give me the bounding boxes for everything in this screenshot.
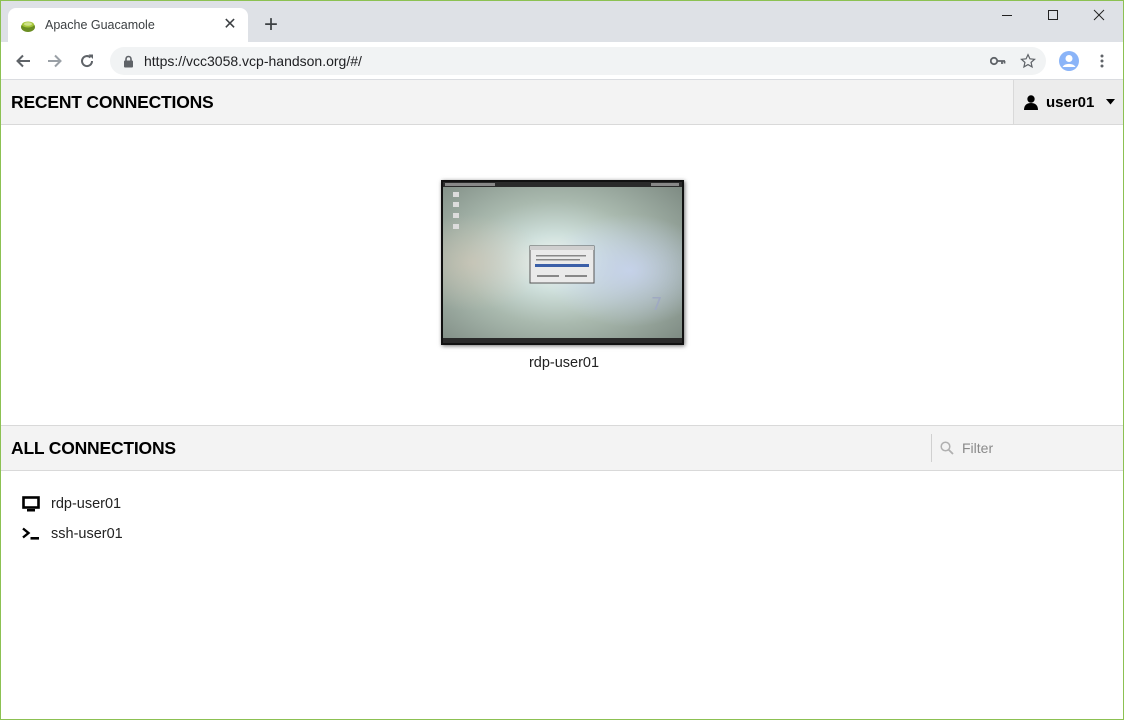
user-menu[interactable]: user01 xyxy=(1013,80,1123,124)
username: user01 xyxy=(1046,93,1095,111)
close-icon xyxy=(1093,9,1105,21)
recent-connection-label[interactable]: rdp-user01 xyxy=(440,355,688,371)
back-button[interactable] xyxy=(9,47,37,75)
monitor-icon xyxy=(22,495,40,513)
recent-connection-thumbnail[interactable]: 7 xyxy=(441,180,684,345)
connection-label: rdp-user01 xyxy=(51,496,122,512)
search-icon xyxy=(940,441,954,455)
browser-tab[interactable]: Apache Guacamole ✕ xyxy=(8,8,248,42)
recent-connections-title: RECENT CONNECTIONS xyxy=(11,92,214,112)
connection-label: ssh-user01 xyxy=(51,526,123,542)
all-connections-header: ALL CONNECTIONS xyxy=(1,425,1123,471)
browser-toolbar: https://vcc3058.vcp-handson.org/#/ xyxy=(0,42,1124,80)
reload-icon xyxy=(81,54,94,68)
tab-close-icon[interactable]: ✕ xyxy=(222,17,238,33)
minimize-button[interactable] xyxy=(984,0,1030,30)
filter-box xyxy=(931,434,1124,462)
user-icon xyxy=(1024,94,1038,110)
profile-avatar-icon xyxy=(1059,51,1079,71)
filter-input[interactable] xyxy=(960,439,1114,457)
profile-button[interactable] xyxy=(1055,47,1083,75)
recent-connections-header: RECENT CONNECTIONS user01 xyxy=(1,80,1123,125)
key-icon[interactable] xyxy=(990,56,1006,66)
url-text: https://vcc3058.vcp-handson.org/#/ xyxy=(144,53,362,69)
kebab-menu-icon xyxy=(1100,54,1104,68)
close-window-button[interactable] xyxy=(1076,0,1122,30)
maximize-icon xyxy=(1048,10,1058,20)
maximize-button[interactable] xyxy=(1030,0,1076,30)
all-connections-title: ALL CONNECTIONS xyxy=(11,438,176,458)
forward-arrow-icon xyxy=(48,54,62,68)
lock-icon xyxy=(124,55,133,67)
tab-strip: Apache Guacamole ✕ + xyxy=(0,0,1124,42)
terminal-icon xyxy=(22,525,40,543)
svg-text:7: 7 xyxy=(651,294,662,315)
new-tab-button[interactable]: + xyxy=(258,12,284,38)
guacamole-favicon-icon xyxy=(21,21,35,32)
menu-button[interactable] xyxy=(1088,47,1116,75)
address-bar[interactable]: https://vcc3058.vcp-handson.org/#/ xyxy=(110,47,1046,75)
reload-button[interactable] xyxy=(73,47,101,75)
star-icon[interactable] xyxy=(1020,53,1036,69)
connection-item-ssh[interactable]: ssh-user01 xyxy=(22,524,123,544)
forward-button[interactable] xyxy=(41,47,69,75)
remote-desktop-preview: 7 xyxy=(441,180,684,345)
chevron-down-icon xyxy=(1106,99,1116,105)
tab-title: Apache Guacamole xyxy=(45,18,155,32)
back-arrow-icon xyxy=(16,54,30,68)
minimize-icon xyxy=(1002,15,1012,16)
connection-item-rdp[interactable]: rdp-user01 xyxy=(22,494,121,514)
